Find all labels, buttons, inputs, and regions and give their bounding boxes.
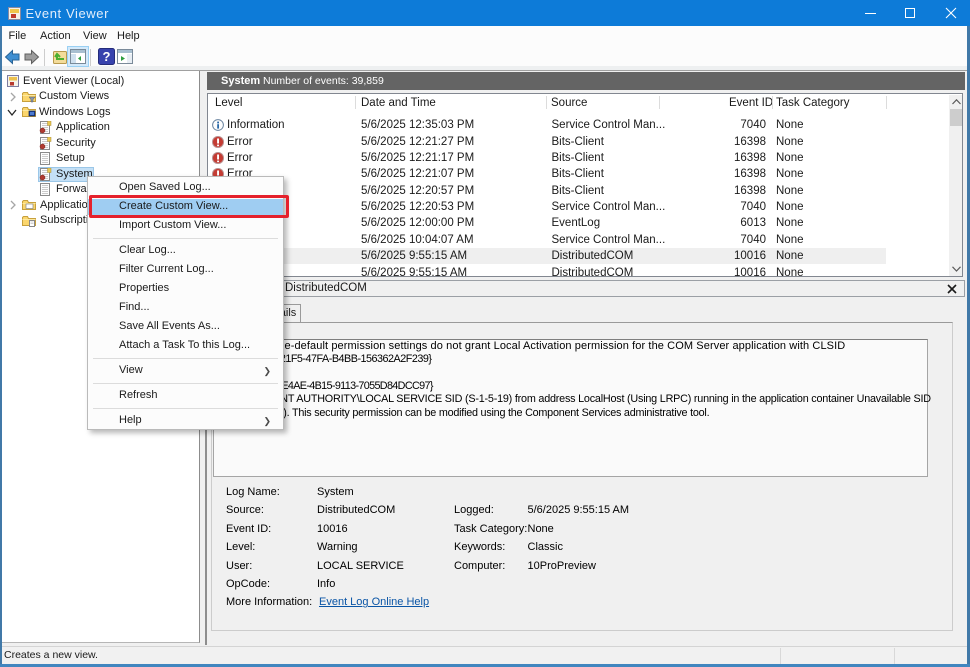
svg-text:?: ? [103,49,111,64]
